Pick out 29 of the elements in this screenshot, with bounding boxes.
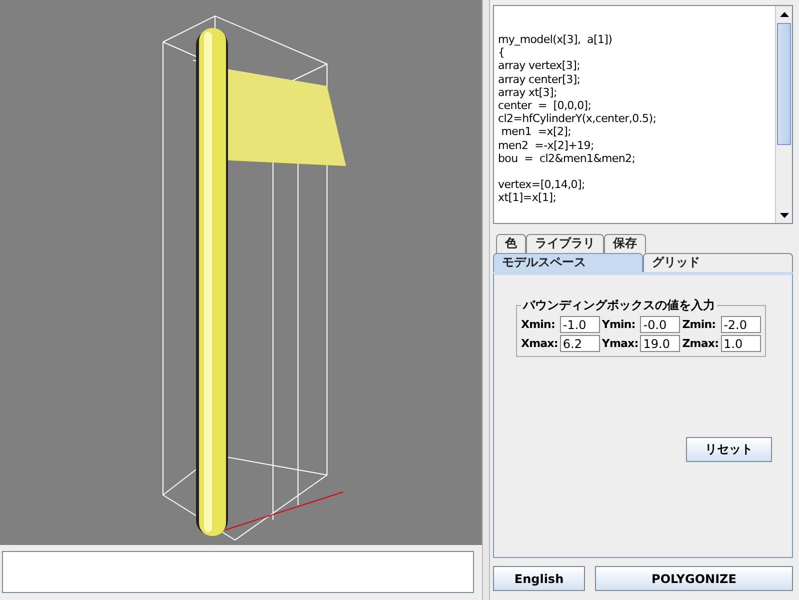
scroll-down-icon[interactable] [780,212,788,218]
scroll-thumb[interactable] [777,23,791,145]
tab[interactable]: ライブラリ [526,234,604,253]
tab[interactable]: モデルスペース [493,253,643,272]
command-field[interactable] [2,551,474,593]
field-label: Xmax: [521,337,558,350]
tab[interactable]: 保存 [604,234,646,253]
3d-viewport[interactable] [0,0,482,545]
tab[interactable]: グリッド [643,253,793,272]
value-field[interactable]: 19.0 [640,335,680,352]
language-button[interactable]: English [493,566,585,591]
tab[interactable]: 色 [496,234,526,253]
field-label: Zmin: [682,318,717,331]
scrollbar[interactable] [775,6,792,223]
value-field[interactable]: -0.0 [640,316,680,333]
group-title: バウンディングボックスの値を入力 [522,297,716,314]
field-label: Ymin: [602,318,636,331]
reset-button[interactable]: リセット [686,437,772,462]
scroll-up-icon[interactable] [780,12,788,16]
value-field[interactable]: 6.2 [560,335,600,352]
code-text: my_model(x[3], a[1]) { array vertex[3]; array center[3]; array xt[3]; center = [0,0,0]; cl2=hfCylinderY(x,center,0.5); men1 =x[2]; men2 =-x[2]+19; bou = cl2&men1&men2; vertex=[0,14,0]; xt[1]=x[1]; [497,32,658,206]
value-field[interactable]: 1.0 [720,335,761,352]
field-label: Xmin: [521,318,556,331]
value-field[interactable]: -1.0 [560,316,600,333]
field-label: Zmax: [682,337,719,350]
field-label: Ymax: [602,337,638,350]
polygonize-button[interactable]: POLYGONIZE [595,566,793,591]
code-editor[interactable]: my_model(x[3], a[1]) { array vertex[3]; array center[3]; array xt[3]; center = [0,0,0]; cl2=hfCylinderY(x,center,0.5); men1 =x[2]; men2 =-x[2]+19; bou = cl2&men1&men2; vertex=[0,14,0]; xt[1]=x[1]; [493,5,793,224]
value-field[interactable]: -2.0 [720,316,761,333]
